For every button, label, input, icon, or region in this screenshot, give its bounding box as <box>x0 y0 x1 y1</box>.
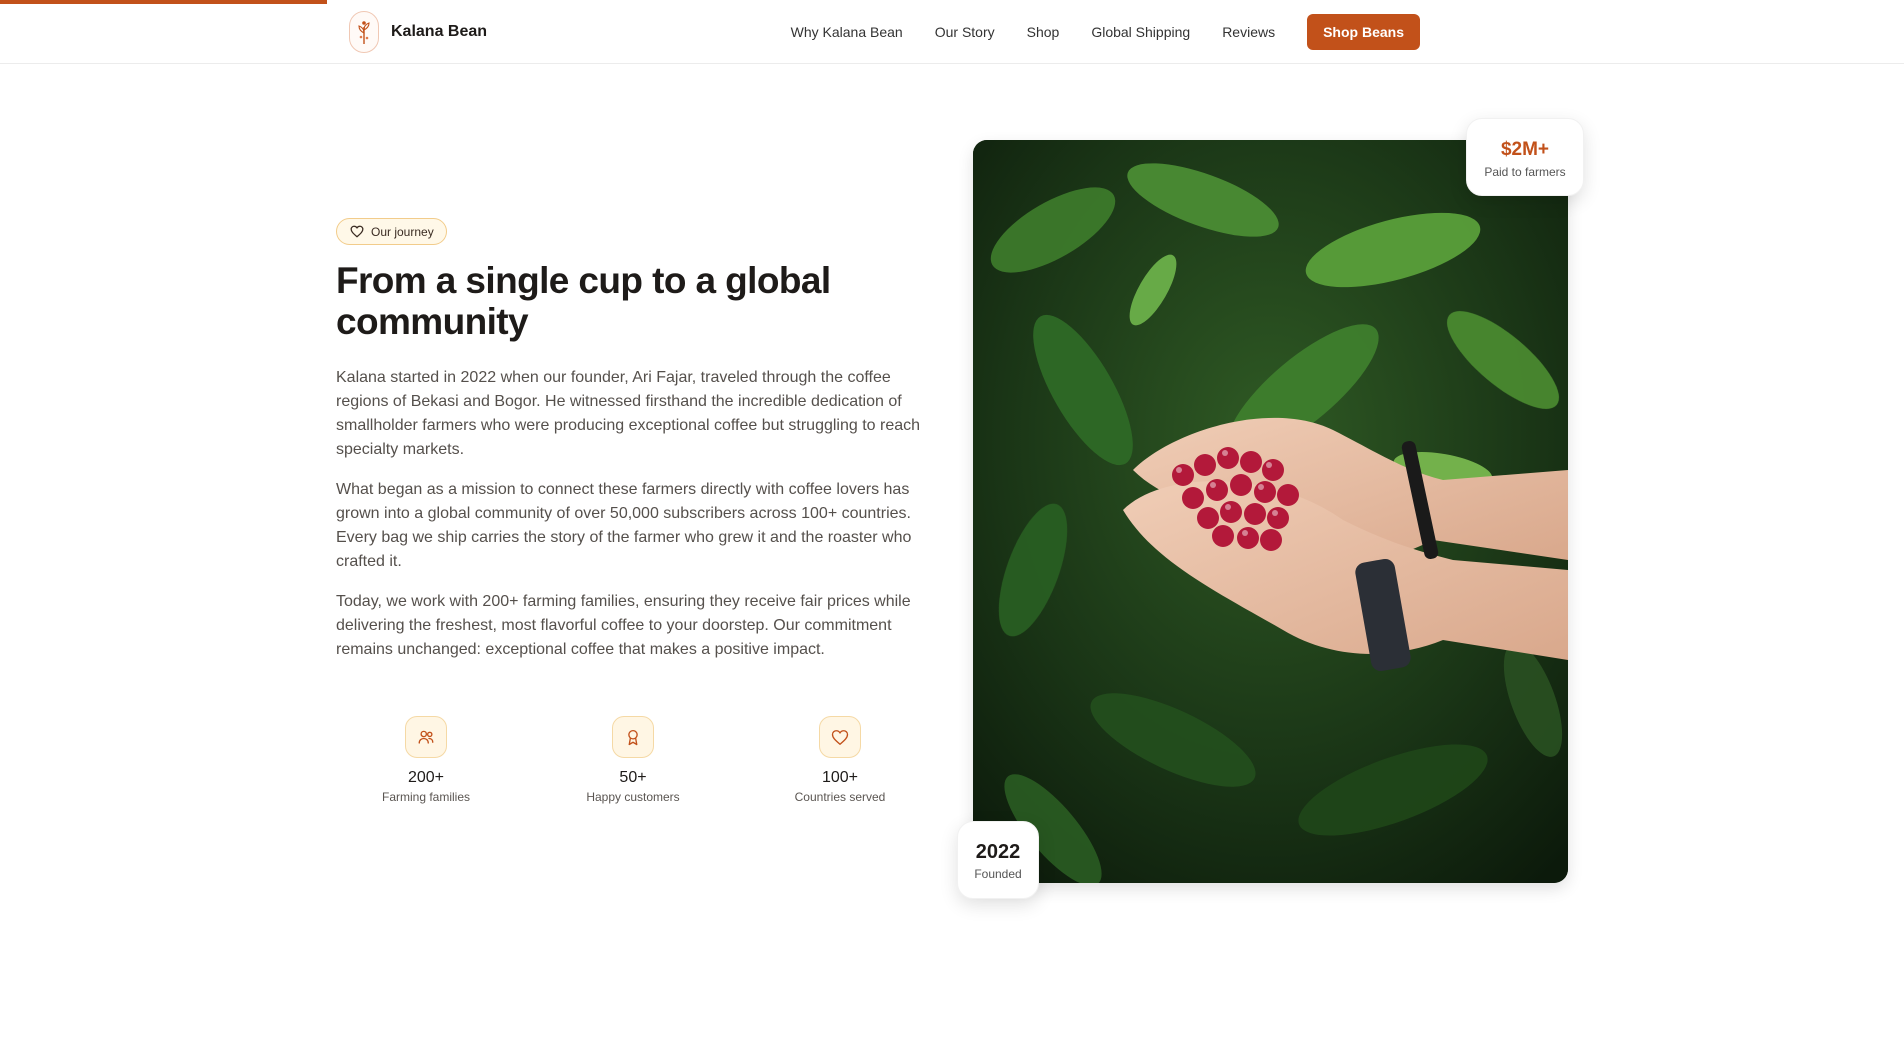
stat-happy-customers: 50+ Happy customers <box>543 716 723 804</box>
pill-label: Our journey <box>371 224 434 239</box>
stat-label: Happy customers <box>586 790 680 804</box>
paid-to-farmers-badge: $2M+ Paid to farmers <box>1466 118 1584 196</box>
badge-label: Founded <box>974 867 1022 881</box>
stats-row: 200+ Farming families 50+ Happy customer… <box>336 716 936 806</box>
our-journey-pill: Our journey <box>336 218 447 245</box>
main-nav: Why Kalana Bean Our Story Shop Global Sh… <box>759 14 1420 50</box>
shop-beans-button[interactable]: Shop Beans <box>1307 14 1420 50</box>
badge-value: $2M+ <box>1500 139 1550 160</box>
founded-badge: 2022 Founded <box>957 821 1039 899</box>
page-title: From a single cup to a global community <box>336 260 831 342</box>
badge-label: Paid to farmers <box>1484 165 1566 179</box>
award-icon <box>612 716 654 758</box>
story-paragraph-2: What began as a mission to connect these… <box>336 481 912 570</box>
nav-our-story[interactable]: Our Story <box>935 24 995 40</box>
scroll-progress-bar <box>0 0 327 4</box>
story-paragraph-1: Kalana started in 2022 when our founder,… <box>336 369 921 458</box>
heart-icon <box>350 225 364 238</box>
coffee-plant-logo-icon <box>349 11 379 53</box>
nav-why-kalana-bean[interactable]: Why Kalana Bean <box>791 24 903 40</box>
site-header: Kalana Bean Why Kalana Bean Our Story Sh… <box>0 0 1904 64</box>
stat-farming-families: 200+ Farming families <box>336 716 516 804</box>
coffee-cherries-photo <box>973 140 1568 883</box>
stat-label: Farming families <box>381 790 471 804</box>
stat-label: Countries served <box>794 790 886 804</box>
stat-value: 50+ <box>619 769 647 786</box>
stat-value: 200+ <box>407 769 445 786</box>
badge-value: 2022 <box>975 841 1021 863</box>
stat-value: 100+ <box>821 769 859 786</box>
brand[interactable]: Kalana Bean <box>349 11 487 53</box>
heart-icon <box>819 716 861 758</box>
users-icon <box>405 716 447 758</box>
story-paragraph-3: Today, we work with 200+ farming familie… <box>336 593 911 658</box>
nav-shop[interactable]: Shop <box>1027 24 1060 40</box>
stat-countries-served: 100+ Countries served <box>750 716 930 804</box>
nav-global-shipping[interactable]: Global Shipping <box>1091 24 1190 40</box>
brand-name: Kalana Bean <box>391 23 488 40</box>
nav-reviews[interactable]: Reviews <box>1222 24 1275 40</box>
